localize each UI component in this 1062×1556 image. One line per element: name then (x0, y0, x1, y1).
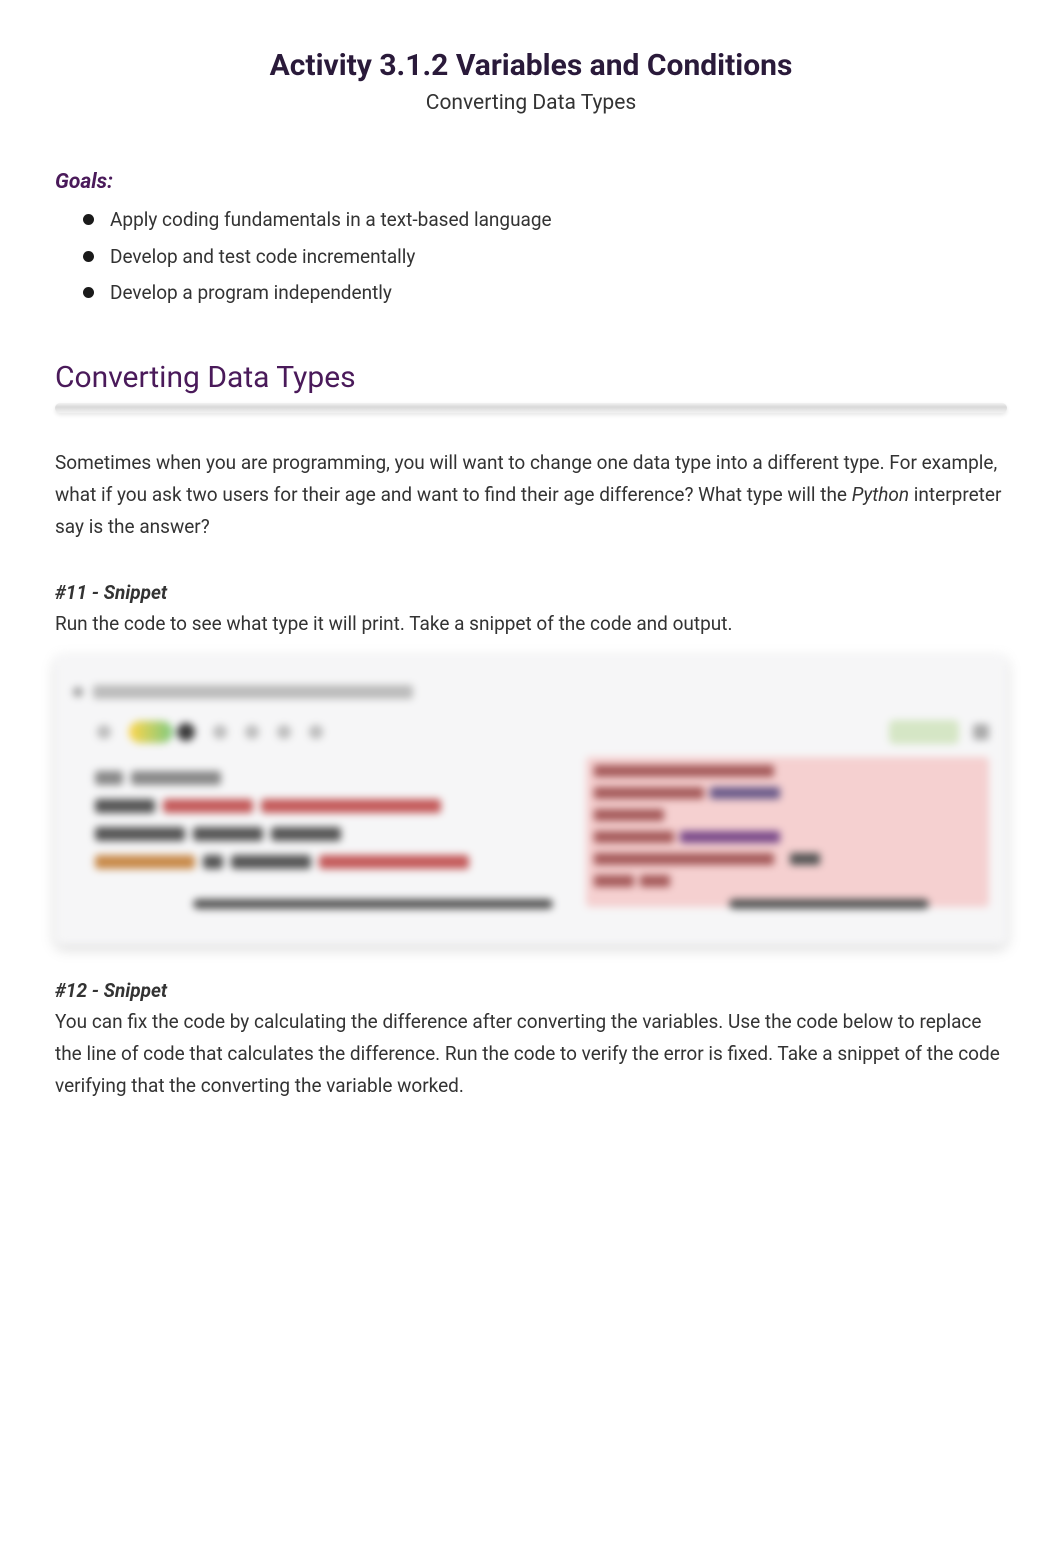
snippet-11-text: Run the code to see what type it will pr… (55, 608, 1007, 640)
intro-paragraph: Sometimes when you are programming, you … (55, 447, 1007, 544)
goals-item: Develop a program independently (55, 275, 1007, 312)
snippet-12-heading: #12 - Snippet (55, 979, 1007, 1002)
snippet-11-heading: #11 - Snippet (55, 581, 1007, 604)
goals-item: Apply coding fundamentals in a text-base… (55, 202, 1007, 239)
code-screenshot-blurred (55, 655, 1007, 945)
page-title: Activity 3.1.2 Variables and Conditions (55, 48, 1007, 83)
goals-list: Apply coding fundamentals in a text-base… (55, 202, 1007, 312)
snippet-12-text: You can fix the code by calculating the … (55, 1006, 1007, 1103)
document-page: Activity 3.1.2 Variables and Conditions … (0, 0, 1062, 1103)
section-title: Converting Data Types (55, 360, 1007, 395)
section-divider (55, 403, 1007, 413)
intro-italic: Python (852, 483, 909, 506)
goals-heading: Goals: (55, 170, 1007, 194)
page-subtitle: Converting Data Types (55, 91, 1007, 115)
goals-item: Develop and test code incrementally (55, 239, 1007, 276)
